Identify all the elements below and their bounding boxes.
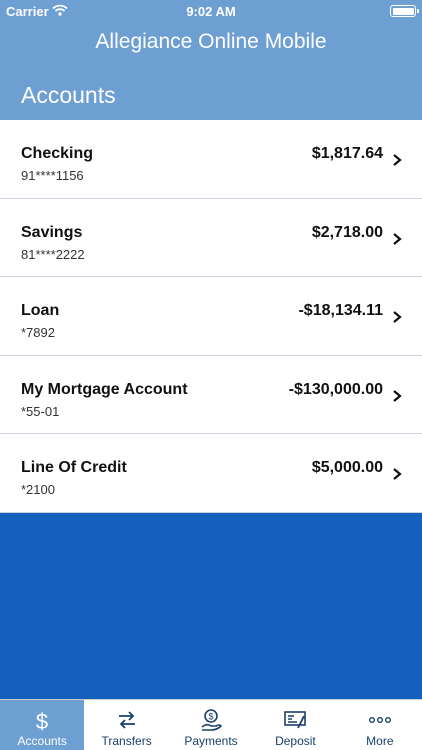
account-name: My Mortgage Account	[21, 380, 188, 398]
account-name: Checking	[21, 145, 94, 162]
more-dots-icon	[368, 716, 391, 723]
chevron-right-icon	[393, 468, 402, 480]
chevron-right-icon	[393, 311, 402, 323]
account-row-savings[interactable]: Savings 81****2222 $2,718.00	[0, 198, 422, 277]
account-balance: -$130,000.00	[288, 380, 383, 398]
tab-label: Deposit	[275, 734, 316, 748]
tab-label: Transfers	[101, 734, 152, 748]
account-list: Checking 91****1156 $1,817.64 Savings 81…	[0, 120, 422, 513]
battery-icon	[390, 5, 419, 17]
tab-payments[interactable]: $ Payments	[169, 700, 253, 750]
header: Allegiance Online Mobile Accounts	[0, 22, 422, 120]
account-number: *7892	[21, 325, 55, 340]
account-name: Loan	[21, 302, 60, 319]
account-number: *2100	[21, 482, 55, 497]
tab-bar: $ Accounts Transfers $ Payments Deposit	[0, 699, 422, 750]
payments-hand-icon: $	[201, 709, 222, 731]
account-row-mortgage[interactable]: My Mortgage Account *55-01 -$130,000.00	[0, 355, 422, 434]
account-balance: -$18,134.11	[298, 302, 383, 319]
tab-label: More	[366, 734, 394, 748]
account-name: Line Of Credit	[21, 459, 127, 476]
account-number: 91****1156	[21, 168, 84, 183]
account-balance: $5,000.00	[311, 459, 383, 476]
transfer-arrows-icon	[118, 711, 135, 729]
tab-more[interactable]: More	[338, 700, 422, 750]
tab-accounts[interactable]: $ Accounts	[0, 700, 85, 750]
chevron-right-icon	[393, 389, 402, 402]
account-row-loan[interactable]: Loan *7892 -$18,134.11	[0, 277, 422, 356]
dollar-icon: $	[36, 709, 48, 734]
chevron-right-icon	[393, 232, 402, 245]
account-balance: $1,817.64	[311, 145, 383, 162]
chevron-right-icon	[393, 154, 402, 166]
account-name: Savings	[21, 223, 83, 241]
svg-text:$: $	[36, 709, 48, 734]
tab-deposit[interactable]: Deposit	[253, 700, 337, 750]
tab-transfers[interactable]: Transfers	[84, 700, 168, 750]
account-row-checking[interactable]: Checking 91****1156 $1,817.64	[0, 120, 422, 199]
account-row-line-of-credit[interactable]: Line Of Credit *2100 $5,000.00	[0, 434, 422, 513]
account-number: 81****2222	[21, 246, 85, 262]
app-title: Allegiance Online Mobile	[95, 30, 327, 53]
status-time: 9:02 AM	[186, 4, 236, 19]
svg-text:$: $	[209, 712, 214, 722]
account-number: *55-01	[21, 403, 60, 419]
page-title: Accounts	[21, 82, 116, 108]
account-balance: $2,718.00	[311, 223, 383, 241]
status-bar: Carrier 9:02 AM	[0, 0, 422, 22]
check-deposit-icon	[284, 711, 307, 729]
tab-label: Accounts	[17, 734, 67, 748]
battery-fill	[392, 7, 414, 15]
tab-label: Payments	[184, 734, 238, 748]
